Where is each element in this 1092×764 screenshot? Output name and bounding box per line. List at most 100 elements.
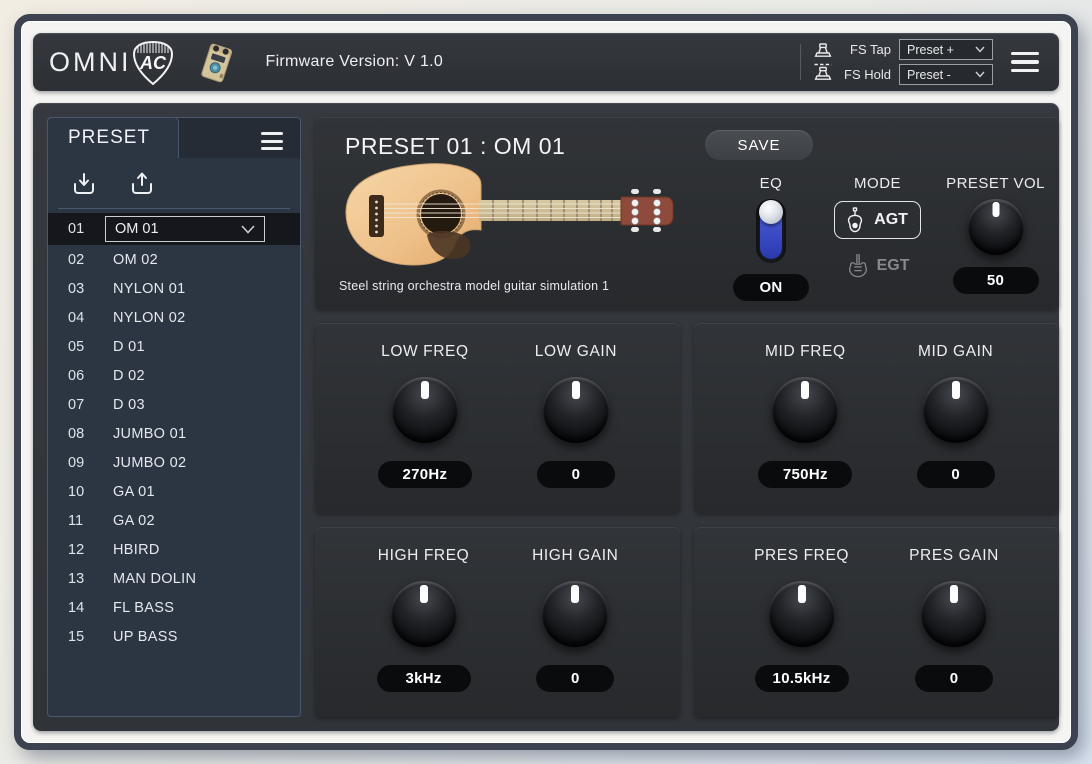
fs-tap-value: Preset +	[907, 43, 954, 57]
preset-name-dropdown[interactable]: OM 01	[105, 216, 265, 242]
high-freq-knob[interactable]	[391, 581, 457, 647]
chevron-down-icon	[975, 46, 985, 53]
fs-hold-icon	[813, 63, 833, 82]
pres-gain-value: 0	[915, 665, 993, 692]
preset-name: D 01	[113, 339, 145, 355]
mid-gain-knob[interactable]	[923, 377, 989, 443]
svg-text:AC: AC	[139, 53, 167, 73]
eq-switch-group: EQ ON	[733, 175, 809, 301]
preset-row[interactable]: 14FL BASS	[48, 593, 300, 622]
mid-freq-label: MID FREQ	[765, 343, 846, 361]
preset-row[interactable]: 02 OM 02	[48, 245, 300, 274]
preset-row[interactable]: 12HBIRD	[48, 535, 300, 564]
low-gain-knob[interactable]	[543, 377, 609, 443]
preset-tab-label: PRESET	[68, 127, 150, 149]
preset-name: FL BASS	[113, 600, 174, 616]
preset-row[interactable]: 09JUMBO 02	[48, 448, 300, 477]
knob-tick	[420, 585, 428, 603]
fs-hold-select[interactable]: Preset -	[899, 64, 993, 85]
fs-hold-label: FS Hold	[841, 67, 891, 82]
fs-tap-label: FS Tap	[841, 42, 891, 57]
mode-option-egt[interactable]: EGT	[840, 250, 916, 282]
preset-row[interactable]: 06D 02	[48, 361, 300, 390]
preset-number: 05	[68, 339, 96, 355]
import-icon	[70, 170, 98, 198]
export-preset-button[interactable]	[128, 170, 156, 198]
footswitch-icons	[813, 42, 833, 82]
pedal-icon	[194, 40, 240, 84]
low-eq-panel: LOW FREQ 270Hz LOW GAIN 0	[315, 323, 680, 513]
preset-number: 09	[68, 455, 96, 471]
preset-sidebar: PRESET	[47, 117, 301, 717]
mid-gain-label: MID GAIN	[918, 343, 993, 361]
preset-name: OM 02	[113, 252, 158, 268]
eq-toggle[interactable]	[756, 199, 786, 263]
top-bar: OMNI AC	[33, 33, 1059, 91]
pres-gain-label: PRES GAIN	[909, 547, 999, 565]
preset-menu-button[interactable]	[258, 129, 286, 153]
fs-tap-select[interactable]: Preset +	[899, 39, 993, 60]
preset-number: 15	[68, 629, 96, 645]
preset-row[interactable]: 03NYLON 01	[48, 274, 300, 303]
preset-vol-knob[interactable]	[968, 199, 1024, 255]
knob-tick	[572, 381, 580, 399]
fs-hold-value: Preset -	[907, 68, 951, 82]
high-eq-panel: HIGH FREQ 3kHz HIGH GAIN 0	[315, 527, 680, 717]
high-freq-control: HIGH FREQ 3kHz	[377, 547, 471, 717]
acoustic-guitar-icon	[843, 206, 867, 234]
preset-row-selected[interactable]: 01 OM 01	[48, 213, 300, 245]
export-icon	[128, 170, 156, 198]
preset-row[interactable]: 11GA 02	[48, 506, 300, 535]
high-gain-value: 0	[536, 665, 614, 692]
preset-number: 04	[68, 310, 96, 326]
preset-detail-panel: PRESET 01 : OM 01 SAVE	[315, 117, 1059, 309]
preset-vol-label: PRESET VOL	[946, 175, 1045, 192]
import-preset-button[interactable]	[70, 170, 98, 198]
firmware-version-label: Firmware Version: V 1.0	[266, 53, 444, 71]
low-gain-label: LOW GAIN	[535, 343, 617, 361]
preset-name: NYLON 02	[113, 310, 186, 326]
save-button[interactable]: SAVE	[705, 130, 813, 160]
mid-gain-control: MID GAIN 0	[917, 343, 995, 513]
knob-tick	[571, 585, 579, 603]
topbar-divider	[800, 44, 801, 80]
guitar-image	[331, 159, 683, 278]
pres-freq-label: PRES FREQ	[754, 547, 849, 565]
logo-text: OMNI	[49, 49, 132, 76]
app-window: OMNI AC	[14, 14, 1078, 750]
preset-row[interactable]: 05 D 01	[48, 332, 300, 361]
high-gain-knob[interactable]	[542, 581, 608, 647]
preset-number: 02	[68, 252, 96, 268]
main-menu-button[interactable]	[1007, 48, 1043, 77]
preset-vol-group: PRESET VOL 50	[946, 175, 1045, 301]
high-gain-control: HIGH GAIN 0	[532, 547, 618, 717]
knob-tick	[798, 585, 806, 603]
preset-row[interactable]: 15UP BASS	[48, 622, 300, 651]
preset-row[interactable]: 04 NYLON 02	[48, 303, 300, 332]
preset-row[interactable]: 08JUMBO 01	[48, 419, 300, 448]
presence-eq-panel: PRES FREQ 10.5kHz PRES GAIN 0	[694, 527, 1059, 717]
preset-name: NYLON 01	[113, 281, 186, 297]
mode-option-agt[interactable]: AGT	[834, 201, 921, 239]
low-gain-control: LOW GAIN 0	[535, 343, 617, 513]
preset-name: HBIRD	[113, 542, 160, 558]
pres-gain-knob[interactable]	[921, 581, 987, 647]
preset-name: D 03	[113, 397, 145, 413]
low-freq-knob[interactable]	[392, 377, 458, 443]
mid-freq-knob[interactable]	[772, 377, 838, 443]
preset-list: 01 OM 01 02 OM 02 03NYLON 01 04 NYLON 02 0…	[48, 213, 300, 651]
preset-row[interactable]: 13MAN DOLIN	[48, 564, 300, 593]
preset-row[interactable]: 07D 03	[48, 390, 300, 419]
tab-preset[interactable]: PRESET	[47, 117, 179, 158]
mode-label: MODE	[854, 175, 901, 192]
content-area: PRESET	[33, 103, 1059, 731]
preset-name: OM 01	[115, 221, 159, 237]
preset-row[interactable]: 10GA 01	[48, 477, 300, 506]
high-gain-label: HIGH GAIN	[532, 547, 618, 565]
pick-logo-icon: AC	[130, 39, 176, 87]
knob-tick	[801, 381, 809, 399]
preset-number: 13	[68, 571, 96, 587]
knob-tick	[992, 202, 999, 217]
pres-freq-knob[interactable]	[769, 581, 835, 647]
mode-group: MODE AGT	[834, 175, 921, 301]
